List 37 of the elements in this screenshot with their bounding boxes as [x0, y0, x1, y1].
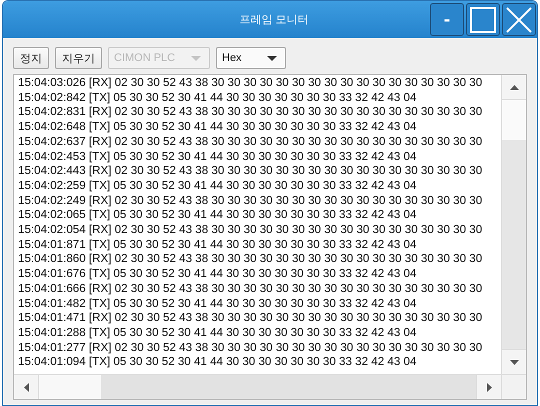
toolbar-button[interactable]: 정지 [13, 47, 49, 69]
scrollbar-thumb[interactable] [39, 375, 101, 399]
log-line: 15:04:01:666 [RX] 02 30 30 52 43 38 30 30 30 30 30 30 30 30 30 30 30 30 30 30 30 30 30 [18, 282, 484, 297]
log-line: 15:04:02:648 [TX] 05 30 30 52 30 41 44 30 30 30 30 30 30 30 33 32 42 43 04 [18, 120, 418, 135]
log-line: 15:04:01:277 [RX] 02 30 30 52 43 38 30 30 30 30 30 30 30 30 30 30 30 30 30 30 30 30 30 [18, 340, 484, 356]
log-line: 15:04:01:094 [TX] 05 30 30 52 30 41 44 30 30 30 30 30 30 30 33 32 42 43 04 [18, 355, 418, 370]
horizontal-scrollbar[interactable] [14, 375, 501, 399]
log-line: 15:04:02:259 [TX] 05 30 30 52 30 41 44 30 30 30 30 30 30 30 33 32 42 43 04 [18, 178, 418, 194]
log-line: 15:04:02:453 [TX] 05 30 30 52 30 41 44 30 30 30 30 30 30 30 33 32 42 43 04 [18, 150, 418, 164]
log-line: 15:04:02:443 [RX] 02 30 30 52 43 38 30 30 30 30 30 30 30 30 30 30 30 30 30 30 30 30 30 [18, 164, 484, 179]
close-button[interactable] [502, 3, 536, 36]
minimize-button[interactable]: - [430, 3, 464, 36]
log-line: 15:04:02:831 [RX] 02 30 30 52 43 38 30 30 30 30 30 30 30 30 30 30 30 30 30 30 30 30 30 [18, 105, 484, 120]
scrollbar-thumb[interactable] [502, 100, 526, 140]
log-line: 15:04:02:842 [TX] 05 30 30 52 30 41 44 30 30 30 30 30 30 30 33 32 42 43 04 [18, 90, 418, 106]
log-line: 15:04:03:026 [RX] 02 30 30 52 43 38 30 30 30 30 30 30 30 30 30 30 30 30 30 30 30 30 30 [18, 76, 484, 91]
caret-icon [267, 56, 277, 60]
window-title: 프레임 모니터 [238, 12, 309, 27]
log-line: 15:04:01:471 [RX] 02 30 30 52 43 38 30 30 30 30 30 30 30 30 30 30 30 30 30 30 30 30 30 [18, 311, 484, 326]
maximize-button[interactable] [466, 3, 500, 36]
log-line: 15:04:01:482 [TX] 05 30 30 52 30 41 44 30 30 30 30 30 30 30 33 32 42 43 04 [18, 296, 418, 312]
scroll-down-icon[interactable] [510, 360, 518, 364]
scroll-left-icon[interactable] [24, 382, 28, 392]
scroll-up-icon[interactable] [510, 84, 518, 90]
log-line: 15:04:01:676 [TX] 05 30 30 52 30 41 44 30 30 30 30 30 30 30 33 32 42 43 04 [18, 267, 418, 282]
log-line: 15:04:01:871 [TX] 05 30 30 52 30 41 44 30 30 30 30 30 30 30 33 32 42 43 04 [18, 238, 418, 252]
log-line: 15:04:01:288 [TX] 05 30 30 52 30 41 44 30 30 30 30 30 30 30 33 32 42 43 04 [18, 326, 418, 341]
log-line: 15:04:02:054 [RX] 02 30 30 52 43 38 30 30 30 30 30 30 30 30 30 30 30 30 30 30 30 30 30 [18, 223, 484, 238]
caret-icon [191, 56, 201, 60]
dropdown[interactable]: Hex [216, 47, 286, 69]
toolbar-button[interactable]: 지우기 [55, 47, 102, 69]
log-line: 15:04:01:860 [RX] 02 30 30 52 43 38 30 30 30 30 30 30 30 30 30 30 30 30 30 30 30 30 30 [18, 252, 484, 268]
scroll-right-icon[interactable] [486, 382, 492, 392]
log-line: 15:04:02:637 [RX] 02 30 30 52 43 38 30 30 30 30 30 30 30 30 30 30 30 30 30 30 30 30 30 [18, 134, 484, 150]
log-line: 15:04:02:065 [TX] 05 30 30 52 30 41 44 30 30 30 30 30 30 30 33 32 42 43 04 [18, 208, 418, 224]
log-line: 15:04:02:249 [RX] 02 30 30 52 43 38 30 30 30 30 30 30 30 30 30 30 30 30 30 30 30 30 30 [18, 194, 484, 208]
vertical-scrollbar[interactable] [501, 75, 526, 374]
